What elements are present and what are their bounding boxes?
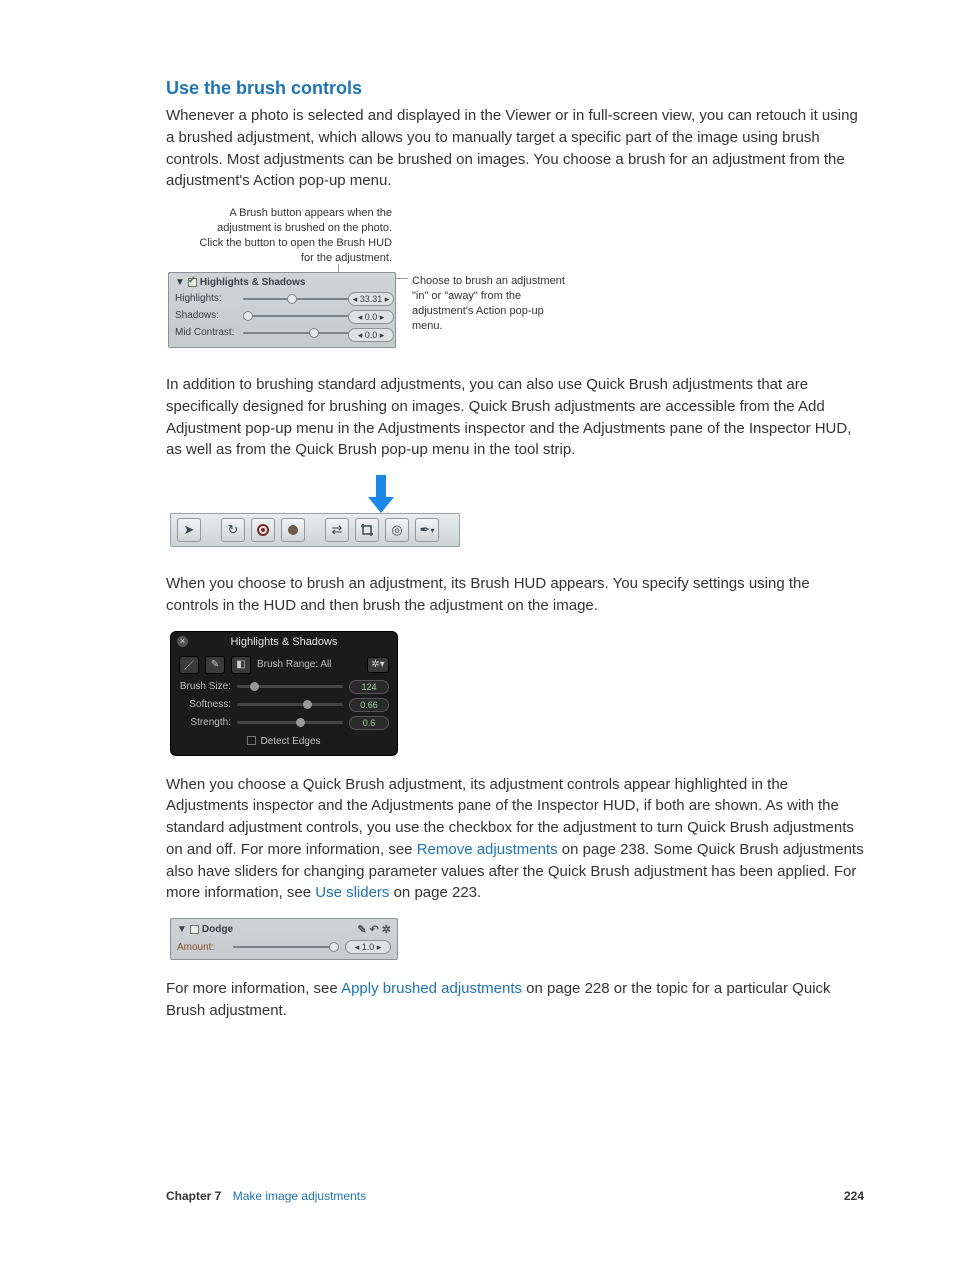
dodge-panel: ▼ Dodge ✎ ↶ ✲ Amount: ◂ 1.0 ▸	[170, 918, 398, 960]
softness-label: Softness:	[179, 699, 237, 710]
quick-brush-button[interactable]: ✒▾	[415, 518, 439, 542]
softness-slider[interactable]	[237, 703, 343, 706]
softness-row: Softness: 0.66	[171, 696, 397, 714]
eraser-button[interactable]: ◧	[231, 656, 251, 674]
close-icon[interactable]: ×	[177, 636, 188, 647]
hud-gear-icon[interactable]: ✲▾	[367, 657, 389, 673]
rotate-tool-button[interactable]: ↻	[221, 518, 245, 542]
dodge-amount-label: Amount:	[177, 942, 227, 953]
retouch-tool-button[interactable]	[281, 518, 305, 542]
hud-toolbar: ／ ✎ ◧ Brush Range: All ✲▾	[171, 652, 397, 678]
brush-range-label: Brush Range: All	[257, 659, 361, 670]
strength-label: Strength:	[179, 717, 237, 728]
chapter-title: Make image adjustments	[233, 1189, 366, 1203]
shadows-label: Shadows:	[175, 310, 235, 321]
strength-slider[interactable]	[237, 721, 343, 724]
detect-edges-label: Detect Edges	[260, 736, 320, 747]
strength-row: Strength: 0.6	[171, 714, 397, 732]
selection-tool-button[interactable]: ➤	[177, 518, 201, 542]
link-remove-adjustments[interactable]: Remove adjustments	[417, 841, 558, 858]
paragraph-3: When you choose to brush an adjustment, …	[166, 573, 864, 617]
panel-title: ▼ Highlights & Shadows	[175, 277, 389, 288]
figure-toolstrip: ➤ ↻ ⇄ ◎ ✒▾	[170, 475, 470, 555]
midcontrast-value[interactable]: ◂ 0.0 ▸	[348, 328, 394, 342]
brushsize-value[interactable]: 124	[349, 680, 389, 694]
figure-adjustment-panel: A Brush button appears when the adjustme…	[168, 206, 788, 356]
brush-in-button[interactable]: ／	[179, 656, 199, 674]
link-apply-brushed-adjustments[interactable]: Apply brushed adjustments	[341, 980, 522, 997]
midcontrast-label: Mid Contrast:	[175, 327, 235, 338]
paragraph-2: In addition to brushing standard adjustm…	[166, 374, 864, 461]
dodge-enable-checkbox[interactable]	[190, 925, 199, 934]
paragraph-5: For more information, see Apply brushed …	[166, 978, 864, 1022]
hud-title: × Highlights & Shadows	[171, 632, 397, 652]
paragraph-4: When you choose a Quick Brush adjustment…	[166, 774, 864, 905]
annotation-left: A Brush button appears when the adjustme…	[192, 206, 392, 265]
dodge-title: ▼ Dodge ✎ ↶ ✲	[177, 923, 391, 936]
brush-hud: × Highlights & Shadows ／ ✎ ◧ Brush Range…	[170, 631, 398, 756]
disclosure-icon[interactable]: ▼	[177, 924, 187, 935]
dodge-amount-slider[interactable]	[233, 946, 339, 948]
brushsize-label: Brush Size:	[179, 681, 237, 692]
softness-value[interactable]: 0.66	[349, 698, 389, 712]
gear-icon[interactable]: ✲	[382, 923, 391, 936]
paragraph-1: Whenever a photo is selected and display…	[166, 105, 864, 192]
enable-checkbox[interactable]	[188, 278, 197, 287]
brush-icon[interactable]: ✎	[357, 923, 366, 936]
disclosure-icon[interactable]: ▼	[175, 277, 185, 288]
panel-title-text: Highlights & Shadows	[200, 277, 306, 288]
dodge-title-text: Dodge	[202, 924, 233, 935]
section-title: Use the brush controls	[166, 78, 864, 99]
link-use-sliders[interactable]: Use sliders	[315, 884, 389, 901]
redeye-tool-button[interactable]	[251, 518, 275, 542]
crop-tool-button[interactable]	[355, 518, 379, 542]
undo-icon[interactable]: ↶	[370, 923, 379, 936]
shadows-value[interactable]: ◂ 0.0 ▸	[348, 310, 394, 324]
brushsize-row: Brush Size: 124	[171, 678, 397, 696]
page-number: 224	[844, 1189, 864, 1203]
page: Use the brush controls Whenever a photo …	[0, 0, 954, 1265]
feather-button[interactable]: ✎	[205, 656, 225, 674]
highlights-value[interactable]: ◂ 33.31 ▸	[348, 292, 394, 306]
p4-part-c: on page 223.	[389, 884, 481, 901]
dodge-amount-row: Amount: ◂ 1.0 ▸	[177, 940, 391, 954]
straighten-tool-button[interactable]: ⇄	[325, 518, 349, 542]
chapter-label: Chapter 7	[166, 1189, 221, 1203]
page-footer: Chapter 7 Make image adjustments 224	[166, 1189, 864, 1203]
brushsize-slider[interactable]	[237, 685, 343, 688]
target-tool-button[interactable]: ◎	[385, 518, 409, 542]
detect-edges[interactable]: Detect Edges	[171, 732, 397, 755]
p5-part-a: For more information, see	[166, 980, 341, 997]
highlights-label: Highlights:	[175, 293, 235, 304]
detect-edges-checkbox[interactable]	[247, 736, 256, 745]
annotation-right: Choose to brush an adjustment "in" or "a…	[412, 274, 572, 333]
strength-value[interactable]: 0.6	[349, 716, 389, 730]
hud-title-text: Highlights & Shadows	[230, 636, 337, 648]
toolstrip: ➤ ↻ ⇄ ◎ ✒▾	[170, 513, 460, 547]
dodge-amount-value[interactable]: ◂ 1.0 ▸	[345, 940, 391, 954]
